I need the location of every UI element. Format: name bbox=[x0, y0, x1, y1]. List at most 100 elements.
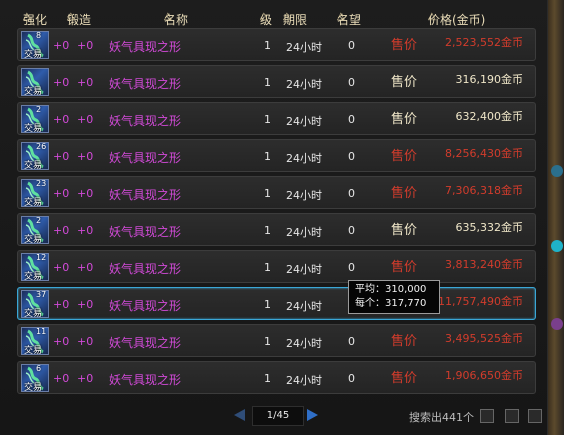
price-label: 售价 bbox=[391, 223, 418, 238]
level-value: 1 bbox=[264, 39, 271, 52]
sort-triangle-icon: △ bbox=[260, 11, 268, 22]
enhance-value: +0 bbox=[53, 39, 70, 52]
fame-value: 0 bbox=[348, 150, 355, 163]
forge-value: +0 bbox=[77, 224, 94, 237]
level-value: 1 bbox=[264, 150, 271, 163]
auction-window: 强化 △ 锻造 △ 名称 △ 级 △ 期限 △ 名望 △ 价格(金币) △ 8 交易 +0 +0 妖气… bbox=[0, 0, 548, 435]
table-row[interactable]: 23 交易 +0 +0 妖气具现之形 1 24小时 0 售价 7,306,318金币 bbox=[17, 176, 536, 209]
price-label: 售价 bbox=[391, 38, 418, 53]
table-row[interactable]: 2 交易 +0 +0 妖气具现之形 1 24小时 0 售价 632,400金币 bbox=[17, 102, 536, 135]
duration-value: 24小时 bbox=[286, 78, 322, 91]
settings-icon[interactable] bbox=[505, 409, 519, 423]
enhance-value: +0 bbox=[53, 224, 70, 237]
decorative-orb-icon bbox=[551, 165, 563, 177]
item-icon[interactable]: 23 交易 bbox=[21, 179, 49, 207]
sort-triangle-icon: △ bbox=[283, 11, 291, 22]
price-value: 635,332金币 bbox=[455, 221, 524, 234]
fame-value: 0 bbox=[348, 113, 355, 126]
item-name: 妖气具现之形 bbox=[109, 336, 182, 350]
fame-value: 0 bbox=[348, 224, 355, 237]
item-name: 妖气具现之形 bbox=[109, 262, 182, 276]
price-value: 3,813,240金币 bbox=[445, 258, 523, 271]
level-value: 1 bbox=[264, 113, 271, 126]
item-icon[interactable]: 8 交易 bbox=[21, 31, 49, 59]
duration-value: 24小时 bbox=[286, 115, 322, 128]
sort-triangle-icon: △ bbox=[67, 11, 75, 22]
level-value: 1 bbox=[264, 261, 271, 274]
forge-value: +0 bbox=[77, 113, 94, 126]
item-icon[interactable]: 2 交易 bbox=[21, 105, 49, 133]
background-scene-edge bbox=[548, 0, 564, 435]
enhance-value: +0 bbox=[53, 150, 70, 163]
price-tooltip: 平均：310,000 每个：317,770 bbox=[348, 280, 440, 314]
table-header: 强化 △ 锻造 △ 名称 △ 级 △ 期限 △ 名望 △ 价格(金币) △ bbox=[23, 11, 486, 27]
price-label: 售价 bbox=[391, 75, 418, 90]
item-name: 妖气具现之形 bbox=[109, 151, 182, 165]
table-row[interactable]: 12 交易 +0 +0 妖气具现之形 1 24小时 0 售价 3,813,240金币 bbox=[17, 250, 536, 283]
enhance-value: +0 bbox=[53, 113, 70, 126]
table-row[interactable]: 6 交易 +0 +0 妖气具现之形 1 24小时 0 售价 1,906,650金币 bbox=[17, 361, 536, 394]
forge-value: +0 bbox=[77, 261, 94, 274]
level-value: 1 bbox=[264, 224, 271, 237]
price-value: 1,906,650金币 bbox=[445, 369, 523, 382]
item-icon[interactable]: 交易 bbox=[21, 68, 49, 96]
price-label: 售价 bbox=[391, 334, 418, 349]
price-label: 售价 bbox=[391, 149, 418, 164]
forge-value: +0 bbox=[77, 335, 94, 348]
forge-value: +0 bbox=[77, 39, 94, 52]
item-name: 妖气具现之形 bbox=[109, 299, 182, 313]
level-value: 1 bbox=[264, 372, 271, 385]
enhance-value: +0 bbox=[53, 372, 70, 385]
fame-value: 0 bbox=[348, 187, 355, 200]
table-row[interactable]: 11 交易 +0 +0 妖气具现之形 1 24小时 0 售价 3,495,525金币 bbox=[17, 324, 536, 357]
duration-value: 24小时 bbox=[286, 189, 322, 202]
arrow-right-icon[interactable] bbox=[307, 409, 318, 421]
price-value: 8,256,430金币 bbox=[445, 147, 523, 160]
forge-value: +0 bbox=[77, 187, 94, 200]
item-name: 妖气具现之形 bbox=[109, 40, 182, 54]
duration-value: 24小时 bbox=[286, 300, 322, 313]
item-icon[interactable]: 2 交易 bbox=[21, 216, 49, 244]
forge-value: +0 bbox=[77, 150, 94, 163]
price-value: 7,306,318金币 bbox=[445, 184, 523, 197]
arrow-left-icon[interactable] bbox=[234, 409, 245, 421]
fame-value: 0 bbox=[348, 76, 355, 89]
close-icon[interactable] bbox=[528, 409, 542, 423]
duration-value: 24小时 bbox=[286, 226, 322, 239]
decorative-orb-icon bbox=[551, 240, 563, 252]
forge-value: +0 bbox=[77, 372, 94, 385]
duration-value: 24小时 bbox=[286, 263, 322, 276]
price-label: 售价 bbox=[391, 112, 418, 127]
level-value: 1 bbox=[264, 298, 271, 311]
duration-value: 24小时 bbox=[286, 337, 322, 350]
sort-triangle-icon: △ bbox=[164, 11, 172, 22]
fame-value: 0 bbox=[348, 39, 355, 52]
item-icon[interactable]: 11 交易 bbox=[21, 327, 49, 355]
item-icon[interactable]: 6 交易 bbox=[21, 364, 49, 392]
price-label: 售价 bbox=[391, 371, 418, 386]
table-row[interactable]: 37交易+0+0妖气具现之形124小时0售价11,757,490金币 bbox=[17, 287, 536, 320]
forge-value: +0 bbox=[77, 298, 94, 311]
item-icon[interactable]: 12 交易 bbox=[21, 253, 49, 281]
price-label: 售价 bbox=[391, 260, 418, 275]
decorative-orb-icon bbox=[551, 318, 563, 330]
price-value: 11,757,490金币 bbox=[438, 295, 523, 308]
level-value: 1 bbox=[264, 187, 271, 200]
table-row[interactable]: 交易 +0 +0 妖气具现之形 1 24小时 0 售价 316,190金币 bbox=[17, 65, 536, 98]
duration-value: 24小时 bbox=[286, 152, 322, 165]
duration-value: 24小时 bbox=[286, 41, 322, 54]
item-name: 妖气具现之形 bbox=[109, 225, 182, 239]
grid-view-icon[interactable] bbox=[480, 409, 494, 423]
item-name: 妖气具现之形 bbox=[109, 373, 182, 387]
item-icon[interactable]: 37 交易 bbox=[21, 290, 49, 318]
sort-triangle-icon: △ bbox=[337, 11, 345, 22]
item-icon[interactable]: 26 交易 bbox=[21, 142, 49, 170]
price-label: 售价 bbox=[391, 186, 418, 201]
level-value: 1 bbox=[264, 76, 271, 89]
table-row[interactable]: 26 交易 +0 +0 妖气具现之形 1 24小时 0 售价 8,256,430金币 bbox=[17, 139, 536, 172]
table-row[interactable]: 8 交易 +0 +0 妖气具现之形 1 24小时 0 售价 2,523,552金币 bbox=[17, 28, 536, 61]
sort-triangle-icon: △ bbox=[428, 11, 436, 22]
table-row[interactable]: 2 交易 +0 +0 妖气具现之形 1 24小时 0 售价 635,332金币 bbox=[17, 213, 536, 246]
item-name: 妖气具现之形 bbox=[109, 114, 182, 128]
duration-value: 24小时 bbox=[286, 374, 322, 387]
